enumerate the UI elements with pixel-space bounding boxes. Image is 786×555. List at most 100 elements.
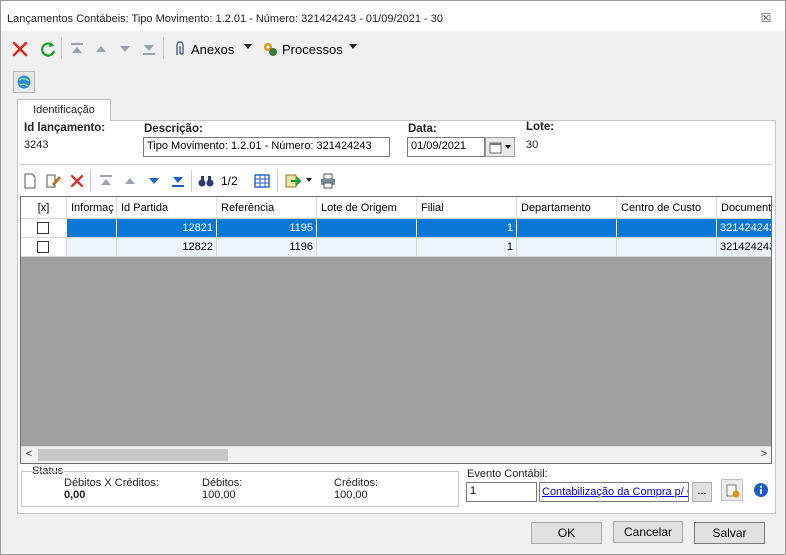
cell-filial: 1: [417, 238, 517, 257]
cell-departamento: [517, 238, 617, 257]
debitos-value: 100,00: [202, 489, 236, 501]
tab-identificacao[interactable]: Identificação: [17, 99, 111, 121]
grid-layout-icon[interactable]: [253, 172, 271, 190]
column-header-referencia[interactable]: Referência: [217, 197, 317, 219]
cell-referencia: 1196: [217, 238, 317, 257]
row-checkbox[interactable]: [37, 241, 49, 253]
processes-icon[interactable]: [261, 40, 279, 58]
column-header-id-partida[interactable]: Id Partida: [117, 197, 217, 219]
cell-lote-origem: [317, 238, 417, 257]
debitos-creditos-label: Débitos X Créditos:: [64, 477, 159, 489]
divider: [19, 164, 773, 165]
evento-label: Evento Contábil:: [467, 468, 548, 480]
binoculars-icon[interactable]: [197, 172, 215, 190]
data-field[interactable]: 01/09/2021: [407, 137, 485, 157]
scroll-left-icon[interactable]: <: [22, 448, 36, 460]
export-icon[interactable]: [284, 172, 302, 190]
descricao-label: Descrição:: [144, 123, 203, 135]
column-header-centro-custo[interactable]: Centro de Custo: [617, 197, 717, 219]
creditos-value: 100,00: [334, 489, 368, 501]
delete-icon[interactable]: [11, 40, 29, 58]
attachment-icon[interactable]: [171, 40, 189, 58]
toolbar-separator: [90, 170, 91, 192]
cell-referencia: 1195: [217, 219, 317, 238]
column-header-documento[interactable]: Document: [717, 197, 771, 219]
evento-description-box[interactable]: Contabilização da Compra p/ C: [539, 482, 689, 502]
toolbar-separator: [277, 170, 278, 192]
row-checkbox-cell[interactable]: [21, 238, 67, 257]
id-lancamento-value: 3243: [24, 139, 49, 151]
row-checkbox[interactable]: [37, 222, 49, 234]
edit-record-icon[interactable]: [44, 172, 62, 190]
column-header-select[interactable]: [x]: [21, 197, 67, 219]
previous-record-icon[interactable]: [121, 172, 139, 190]
print-icon[interactable]: [319, 172, 337, 190]
evento-lookup-button[interactable]: ...: [692, 482, 712, 502]
calendar-icon: [489, 142, 502, 154]
main-toolbar: Anexos Processos: [1, 31, 785, 65]
horizontal-scrollbar[interactable]: < >: [21, 446, 771, 463]
column-header-lote-origem[interactable]: Lote de Origem: [317, 197, 417, 219]
table-row[interactable]: 12821 1195 1 321424243: [21, 219, 771, 238]
evento-code-field[interactable]: 1: [466, 482, 537, 502]
window-title: Lançamentos Contábeis: Tipo Movimento: 1…: [7, 13, 443, 25]
next-record-icon[interactable]: [116, 40, 134, 58]
globe-icon: [17, 75, 31, 89]
ok-button[interactable]: OK: [531, 522, 602, 544]
save-button[interactable]: Salvar: [694, 522, 765, 544]
cell-filial: 1: [417, 219, 517, 238]
cell-id-partida: 12822: [117, 238, 217, 257]
cell-informacao: [67, 219, 117, 238]
cell-departamento: [517, 219, 617, 238]
cell-centro-custo: [617, 238, 717, 257]
scrollbar-thumb[interactable]: [38, 449, 228, 461]
data-label: Data:: [408, 123, 437, 135]
delete-icon[interactable]: [68, 172, 86, 190]
cell-informacao: [67, 238, 117, 257]
toolbar-separator: [163, 37, 164, 59]
creditos-label: Créditos:: [334, 477, 379, 489]
dialog-window: Lançamentos Contábeis: Tipo Movimento: 1…: [0, 0, 786, 555]
cell-centro-custo: [617, 219, 717, 238]
grid-header: [x] Informaç Id Partida Referência Lote …: [21, 197, 771, 219]
scroll-right-icon[interactable]: >: [757, 448, 771, 460]
next-record-icon[interactable]: [145, 172, 163, 190]
row-checkbox-cell[interactable]: [21, 219, 67, 238]
close-icon[interactable]: ☒: [759, 11, 773, 25]
id-lancamento-label: Id lançamento:: [24, 122, 106, 134]
partidas-grid[interactable]: [x] Informaç Id Partida Referência Lote …: [20, 196, 772, 464]
column-header-informacao[interactable]: Informaç: [67, 197, 117, 219]
descricao-field[interactable]: Tipo Movimento: 1.2.01 - Número: 3214242…: [143, 137, 390, 157]
info-icon[interactable]: [753, 482, 769, 498]
cell-id-partida: 12821: [117, 219, 217, 238]
cell-lote-origem: [317, 219, 417, 238]
last-record-icon[interactable]: [140, 40, 158, 58]
refresh-icon[interactable]: [39, 40, 57, 58]
page-indicator: 1/2: [221, 174, 238, 188]
chevron-down-icon[interactable]: [306, 178, 312, 182]
title-bar: Lançamentos Contábeis: Tipo Movimento: 1…: [1, 1, 785, 31]
chevron-down-icon[interactable]: [349, 44, 357, 49]
cell-documento: 321424243: [717, 238, 771, 257]
debitos-label: Débitos:: [202, 477, 243, 489]
first-record-icon[interactable]: [97, 172, 115, 190]
column-header-filial[interactable]: Filial: [417, 197, 517, 219]
settings-icon: [726, 484, 740, 498]
previous-record-icon[interactable]: [92, 40, 110, 58]
cell-documento: 321424243: [717, 219, 771, 238]
date-picker-button[interactable]: [485, 137, 515, 157]
first-record-icon[interactable]: [68, 40, 86, 58]
evento-settings-button[interactable]: [721, 479, 743, 501]
debitos-creditos-value: 0,00: [64, 489, 86, 501]
lote-value: 30: [526, 139, 539, 151]
column-header-departamento[interactable]: Departamento: [517, 197, 617, 219]
evento-description-link[interactable]: Contabilização da Compra p/ C: [542, 486, 688, 498]
cancel-button[interactable]: Cancelar: [613, 521, 683, 543]
new-record-icon[interactable]: [21, 172, 39, 190]
anexos-menu[interactable]: Anexos: [191, 42, 234, 57]
last-record-icon[interactable]: [169, 172, 187, 190]
table-row[interactable]: 12822 1196 1 321424243: [21, 238, 771, 257]
web-button[interactable]: [13, 71, 35, 93]
chevron-down-icon[interactable]: [244, 44, 252, 49]
processos-menu[interactable]: Processos: [282, 42, 343, 57]
